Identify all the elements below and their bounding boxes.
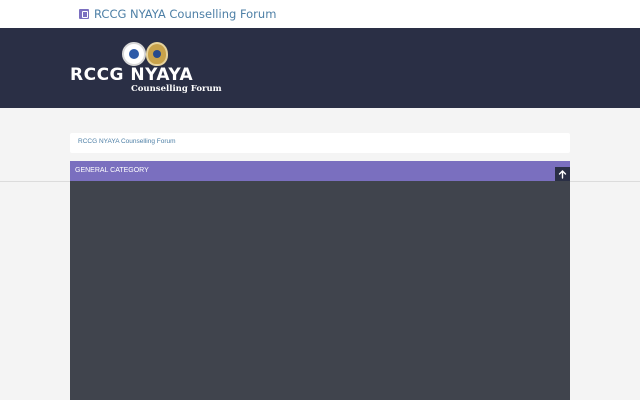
arrow-up-icon <box>558 170 567 179</box>
category-board-list <box>70 181 570 400</box>
breadcrumb: RCCG NYAYA Counselling Forum <box>70 133 570 153</box>
category-header: GENERAL CATEGORY <box>70 161 570 181</box>
breadcrumb-item-home[interactable]: RCCG NYAYA Counselling Forum <box>78 138 176 145</box>
collapse-category-button[interactable] <box>555 167 570 182</box>
logo-name: RCCG NYAYA <box>70 65 194 85</box>
crest-emblem-icon <box>146 42 168 66</box>
category-title: GENERAL CATEGORY <box>75 167 149 174</box>
site-title-group: RCCG NYAYA Counselling Forum <box>79 7 276 21</box>
rccg-emblem-icon <box>122 42 146 66</box>
top-bar: RCCG NYAYA Counselling Forum <box>0 0 640 28</box>
site-logo[interactable]: RCCG NYAYA Counselling Forum <box>70 42 240 100</box>
site-favicon-icon <box>79 9 89 19</box>
logo-subtitle: Counselling Forum <box>131 84 222 94</box>
site-title-link[interactable]: RCCG NYAYA Counselling Forum <box>94 7 276 21</box>
header-banner: RCCG NYAYA Counselling Forum <box>0 28 640 108</box>
category-general: GENERAL CATEGORY <box>70 161 570 400</box>
